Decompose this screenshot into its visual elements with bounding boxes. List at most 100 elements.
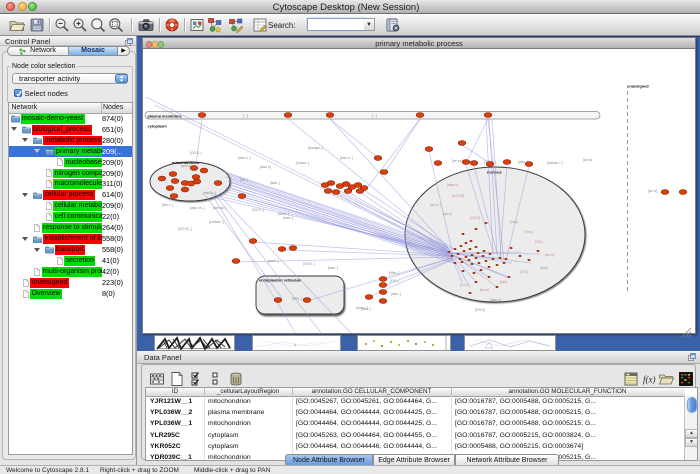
- tree-row-nucleobase-containing-compou[interactable]: nucleobase-containing compound metabolic…: [9, 157, 133, 168]
- network-node-small[interactable]: [475, 228, 478, 230]
- network-node[interactable]: [379, 277, 387, 282]
- table-row-YKR052C[interactable]: YKR052Ccytoplasm[GO:0044464, GO:0044446,…: [146, 441, 684, 452]
- network-node[interactable]: [679, 190, 687, 195]
- network-node-small[interactable]: [537, 250, 540, 252]
- column-header-0[interactable]: ID: [146, 388, 204, 396]
- search-settings-button[interactable]: [385, 17, 401, 33]
- network-node-small[interactable]: [496, 286, 499, 288]
- resize-grip-icon[interactable]: [682, 328, 692, 337]
- background-window-2[interactable]: [252, 335, 341, 351]
- network-node-small[interactable]: [468, 259, 471, 261]
- tree-row-response-to-stimulus[interactable]: response to stimulus264(0): [9, 223, 133, 234]
- network-node[interactable]: [214, 181, 222, 186]
- network-node[interactable]: [249, 239, 257, 244]
- import-attributes-button[interactable]: [658, 371, 674, 387]
- network-node[interactable]: [486, 162, 494, 167]
- tree-row-transport[interactable]: transport558(0): [9, 245, 133, 256]
- disclosure-triangle-icon[interactable]: [22, 193, 28, 197]
- network-node[interactable]: [289, 246, 297, 251]
- network-node[interactable]: [238, 194, 246, 199]
- network-node-small[interactable]: [465, 242, 468, 244]
- tree-row-metabolic-process[interactable]: metabolic process280(0): [9, 135, 133, 146]
- tree-row-primary-metabolic-process[interactable]: primary metabolic process209(...: [9, 146, 133, 157]
- background-window-1[interactable]: [154, 335, 235, 351]
- network-node-small[interactable]: [457, 253, 460, 255]
- table-row-YPL036W__1[interactable]: YPL036W__1mitochondrion[GO:0044464, GO:0…: [146, 418, 684, 429]
- network-node-small[interactable]: [475, 246, 478, 248]
- network-node-small[interactable]: [470, 240, 473, 242]
- network-node-small[interactable]: [454, 262, 457, 264]
- table-row-YLR295C[interactable]: YLR295Ccytoplasm[GO:0045263, GO:0044464,…: [146, 430, 684, 441]
- disclosure-triangle-icon[interactable]: [34, 149, 40, 153]
- scroll-up-button[interactable]: ▲: [685, 429, 698, 438]
- tab-network[interactable]: Network: [7, 46, 69, 56]
- network-node-small[interactable]: [496, 264, 499, 266]
- network-node[interactable]: [379, 290, 387, 295]
- network-node-small[interactable]: [454, 248, 457, 250]
- network-node-small[interactable]: [482, 255, 485, 257]
- combobox-stepper-icon[interactable]: [115, 74, 128, 84]
- network-node[interactable]: [379, 283, 387, 288]
- tab-overflow-button[interactable]: ▶: [118, 46, 130, 56]
- tree-column-network[interactable]: Network: [12, 104, 38, 111]
- network-node[interactable]: [503, 160, 511, 165]
- zoom-fit-button[interactable]: [108, 17, 124, 33]
- network-node-small[interactable]: [485, 222, 488, 224]
- search-dropdown-button[interactable]: ▼: [364, 18, 375, 31]
- function-builder-button[interactable]: f(x): [641, 371, 657, 387]
- float-panel-icon[interactable]: [125, 38, 133, 46]
- network-edge[interactable]: [367, 119, 420, 188]
- network-node[interactable]: [462, 160, 470, 165]
- attribute-editor-button[interactable]: [623, 371, 639, 387]
- network-node[interactable]: [278, 247, 286, 252]
- attribute-matrix-button[interactable]: [149, 371, 165, 387]
- network-node-small[interactable]: [505, 258, 508, 260]
- network-node-small[interactable]: [471, 254, 474, 256]
- tree-row-mosaic-demo-yeast[interactable]: mosaic-demo-yeast874(0): [9, 113, 133, 124]
- zoom-in-button[interactable]: [72, 17, 88, 33]
- network-edge[interactable]: [386, 119, 420, 171]
- network-node-small[interactable]: [477, 252, 480, 254]
- network-node[interactable]: [379, 299, 387, 304]
- vizmapper-button[interactable]: [207, 17, 223, 33]
- new-attribute-button[interactable]: [169, 371, 185, 387]
- column-header-3[interactable]: annotation.GO MOLECULAR_FUNCTION: [451, 388, 684, 396]
- network-node-small[interactable]: [473, 272, 476, 274]
- network-node[interactable]: [484, 113, 492, 118]
- heatmap-button[interactable]: [678, 371, 694, 387]
- network-node[interactable]: [332, 190, 340, 195]
- network-node[interactable]: [525, 162, 533, 167]
- network-node-small[interactable]: [469, 292, 472, 294]
- network-node[interactable]: [192, 175, 200, 180]
- float-data-panel-icon[interactable]: [688, 353, 696, 361]
- network-node[interactable]: [661, 190, 669, 195]
- zoom-out-button[interactable]: [54, 17, 70, 33]
- table-row-YPL036W__2[interactable]: YPL036W__2plasma membrane[GO:0044464, GO…: [146, 407, 684, 418]
- network-node[interactable]: [171, 179, 179, 184]
- tree-row-multi-organism-process[interactable]: multi-organism process42(0): [9, 267, 133, 278]
- network-node-small[interactable]: [489, 253, 492, 255]
- tree-row-secretion[interactable]: secretion41(0): [9, 256, 133, 267]
- table-scrollbar[interactable]: ▲ ▼: [684, 396, 698, 461]
- network-node[interactable]: [327, 181, 335, 186]
- network-node[interactable]: [232, 259, 240, 264]
- tab-mosaic[interactable]: Mosaic: [69, 46, 118, 56]
- network-node-small[interactable]: [469, 248, 472, 250]
- network-node[interactable]: [365, 295, 373, 300]
- select-attributes-button[interactable]: [190, 371, 206, 387]
- disclosure-triangle-icon[interactable]: [22, 138, 28, 142]
- tree-row-cell-communication[interactable]: cell communication22(0): [9, 212, 133, 223]
- network-node-small[interactable]: [519, 255, 522, 257]
- network-node[interactable]: [416, 113, 424, 118]
- disclosure-triangle-icon[interactable]: [34, 248, 40, 252]
- network-node-small[interactable]: [471, 263, 474, 265]
- zoom-selected-button[interactable]: [90, 17, 106, 33]
- network-node[interactable]: [198, 113, 206, 118]
- save-button[interactable]: [29, 17, 45, 33]
- network-node[interactable]: [470, 161, 478, 166]
- background-window-4[interactable]: [464, 335, 556, 351]
- network-canvas[interactable]: plasma membranecytoplasmmitochondrionnuc…: [143, 49, 695, 333]
- network-window-titlebar[interactable]: primary metabolic process: [143, 38, 695, 49]
- tree-row-overview[interactable]: Overview8(0): [9, 288, 133, 299]
- window-titlebar[interactable]: Cytoscape Desktop (New Session): [0, 0, 700, 14]
